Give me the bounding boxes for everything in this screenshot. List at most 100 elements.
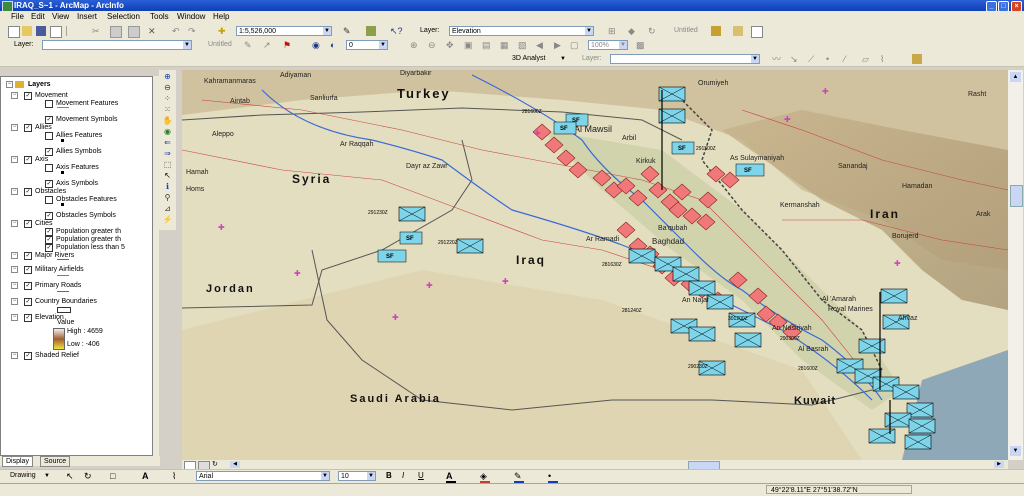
edit-vertices-icon[interactable]: ⌇ bbox=[172, 471, 182, 481]
interpolate-polygon-icon[interactable]: ▱ bbox=[862, 54, 872, 64]
bold-button[interactable]: B bbox=[386, 471, 392, 481]
expand-collapse-icon[interactable]: − bbox=[11, 252, 18, 259]
map-scale-field[interactable]: 1:5,526,000 ▼ bbox=[236, 26, 332, 36]
chevron-down-icon[interactable]: ▼ bbox=[367, 472, 375, 480]
fixed-zoom-in-icon[interactable]: ▦ bbox=[500, 40, 510, 50]
layer-visibility-checkbox[interactable]: ✓ bbox=[45, 236, 53, 244]
georeference-icon[interactable]: ⊞ bbox=[608, 26, 618, 36]
chevron-down-icon[interactable]: ▼ bbox=[619, 41, 627, 49]
chevron-down-icon[interactable]: ▼ bbox=[560, 54, 566, 64]
font-name-select[interactable]: Arial ▼ bbox=[196, 471, 330, 481]
contrast-icon[interactable]: ◉ bbox=[312, 40, 322, 50]
pan-icon[interactable]: ✋ bbox=[162, 116, 173, 126]
tab-display[interactable]: Display bbox=[2, 456, 33, 467]
expand-collapse-icon[interactable]: − bbox=[11, 266, 18, 273]
hyperlink-icon[interactable]: ⚡ bbox=[162, 215, 173, 225]
flag-icon[interactable]: ⚑ bbox=[283, 40, 293, 50]
chevron-down-icon[interactable]: ▼ bbox=[321, 472, 329, 480]
rotate-icon[interactable]: ↻ bbox=[84, 471, 94, 481]
layout-icon[interactable] bbox=[711, 26, 721, 36]
rotate-icon[interactable]: ↻ bbox=[648, 26, 658, 36]
redo-icon[interactable]: ↷ bbox=[188, 26, 198, 36]
italic-button[interactable]: I bbox=[402, 471, 404, 481]
scroll-thumb[interactable] bbox=[1010, 185, 1023, 207]
forward-icon[interactable]: ⇒ bbox=[162, 149, 173, 159]
whats-this-icon[interactable]: ↖? bbox=[390, 26, 403, 36]
measure-icon[interactable]: ⊿ bbox=[162, 204, 173, 214]
expand-collapse-icon[interactable]: − bbox=[11, 352, 18, 359]
menu-tools[interactable]: Tools bbox=[150, 12, 169, 22]
layer-visibility-checkbox[interactable]: ✓ bbox=[24, 188, 32, 196]
select-features-icon[interactable]: ⬚ bbox=[162, 160, 173, 170]
menu-insert[interactable]: Insert bbox=[77, 12, 97, 22]
delete-icon[interactable]: ✕ bbox=[148, 26, 158, 36]
fill-color-icon[interactable]: ◈ bbox=[480, 471, 490, 483]
arctoolbox-icon[interactable] bbox=[366, 26, 376, 36]
line-color-icon[interactable]: ✎ bbox=[514, 471, 524, 483]
zoom-whole-page-icon[interactable]: ▣ bbox=[464, 40, 474, 50]
layer-select[interactable]: Elevation ▼ bbox=[449, 26, 594, 36]
layer-visibility-checkbox[interactable]: ✓ bbox=[24, 252, 32, 260]
layer-visibility-checkbox[interactable]: ✓ bbox=[45, 228, 53, 236]
menu-window[interactable]: Window bbox=[177, 12, 205, 22]
layer-visibility-checkbox[interactable]: ✓ bbox=[24, 314, 32, 322]
scroll-up-icon[interactable]: ▲ bbox=[1010, 72, 1021, 82]
cut-icon[interactable]: ✂ bbox=[92, 26, 102, 36]
chevron-down-icon[interactable]: ▼ bbox=[585, 27, 593, 35]
chevron-down-icon[interactable]: ▼ bbox=[379, 41, 387, 49]
chevron-down-icon[interactable]: ▼ bbox=[44, 471, 50, 481]
pan-page-icon[interactable]: ✥ bbox=[446, 40, 456, 50]
layer-visibility-checkbox[interactable] bbox=[45, 164, 53, 172]
graphics-icon[interactable] bbox=[733, 26, 743, 36]
interpolate-line-icon[interactable]: ⁄ bbox=[844, 54, 854, 64]
back-extent-icon[interactable]: ◀ bbox=[536, 40, 546, 50]
rectangle-icon[interactable]: □ bbox=[110, 471, 120, 481]
tab-source[interactable]: Source bbox=[40, 456, 71, 467]
layer-visibility-checkbox[interactable]: ✓ bbox=[24, 156, 32, 164]
full-extent-icon[interactable]: ◉ bbox=[162, 127, 173, 137]
toggle-draft-icon[interactable]: ▢ bbox=[570, 40, 580, 50]
new-document-icon[interactable] bbox=[8, 26, 20, 38]
expand-collapse-icon[interactable]: − bbox=[11, 298, 18, 305]
zoom-in-page-icon[interactable]: ⊕ bbox=[410, 40, 420, 50]
layer-visibility-checkbox[interactable]: ✓ bbox=[24, 220, 32, 228]
layer-visibility-checkbox[interactable] bbox=[45, 196, 53, 204]
menu-edit[interactable]: Edit bbox=[31, 12, 45, 22]
fixed-zoom-out-icon[interactable]: ⁙ bbox=[162, 105, 173, 115]
fixed-zoom-in-icon[interactable]: ⁘ bbox=[162, 94, 173, 104]
3d-analyst-menu[interactable]: 3D Analyst bbox=[512, 54, 545, 64]
zoom-100-icon[interactable]: ▤ bbox=[482, 40, 492, 50]
text-tool-icon[interactable]: A bbox=[142, 471, 152, 481]
layer-visibility-checkbox[interactable]: ✓ bbox=[24, 282, 32, 290]
scroll-left-icon[interactable]: ◀ bbox=[230, 461, 240, 468]
forward-extent-icon[interactable]: ▶ bbox=[554, 40, 564, 50]
find-icon[interactable]: ⚲ bbox=[162, 193, 173, 203]
select-elements-icon[interactable]: ↖ bbox=[162, 171, 173, 181]
editor-toolbar-icon[interactable]: ✎ bbox=[343, 26, 353, 36]
add-data-icon[interactable]: ✚ bbox=[218, 26, 228, 36]
map-vertical-scrollbar[interactable]: ▲ ▼ bbox=[1008, 70, 1023, 460]
font-size-select[interactable]: 10 ▼ bbox=[338, 471, 376, 481]
interpolate-point-icon[interactable]: • bbox=[826, 54, 836, 64]
layer-visibility-checkbox[interactable]: ✓ bbox=[24, 266, 32, 274]
drawing-menu[interactable]: Drawing bbox=[10, 471, 36, 481]
map-canvas[interactable]: ✚✚✚✚✚✚✚✚✚ Turkey Syria Iraq Iran Jordan … bbox=[182, 70, 1008, 460]
paste-icon[interactable] bbox=[128, 26, 140, 38]
menu-help[interactable]: Help bbox=[213, 12, 229, 22]
chevron-down-icon[interactable]: ▼ bbox=[323, 27, 331, 35]
font-color-icon[interactable]: A bbox=[446, 471, 456, 483]
collapse-icon[interactable]: − bbox=[6, 81, 13, 88]
layer-visibility-checkbox[interactable]: ✓ bbox=[24, 92, 32, 100]
scroll-down-icon[interactable]: ▼ bbox=[1010, 446, 1021, 456]
select-elements-icon[interactable]: ↖ bbox=[66, 471, 76, 481]
brightness-icon[interactable]: ◐ bbox=[330, 40, 340, 50]
fixed-zoom-out-icon[interactable]: ▧ bbox=[518, 40, 528, 50]
layer-visibility-checkbox[interactable]: ✓ bbox=[24, 352, 32, 360]
expand-collapse-icon[interactable]: − bbox=[11, 188, 18, 195]
undo-icon[interactable]: ↶ bbox=[172, 26, 182, 36]
expand-collapse-icon[interactable]: − bbox=[11, 92, 18, 99]
layer-visibility-checkbox[interactable] bbox=[45, 100, 53, 108]
expand-collapse-icon[interactable]: − bbox=[11, 156, 18, 163]
profile-graph-icon[interactable]: ⌇ bbox=[880, 54, 890, 64]
band-select[interactable]: 0 ▼ bbox=[346, 40, 388, 50]
